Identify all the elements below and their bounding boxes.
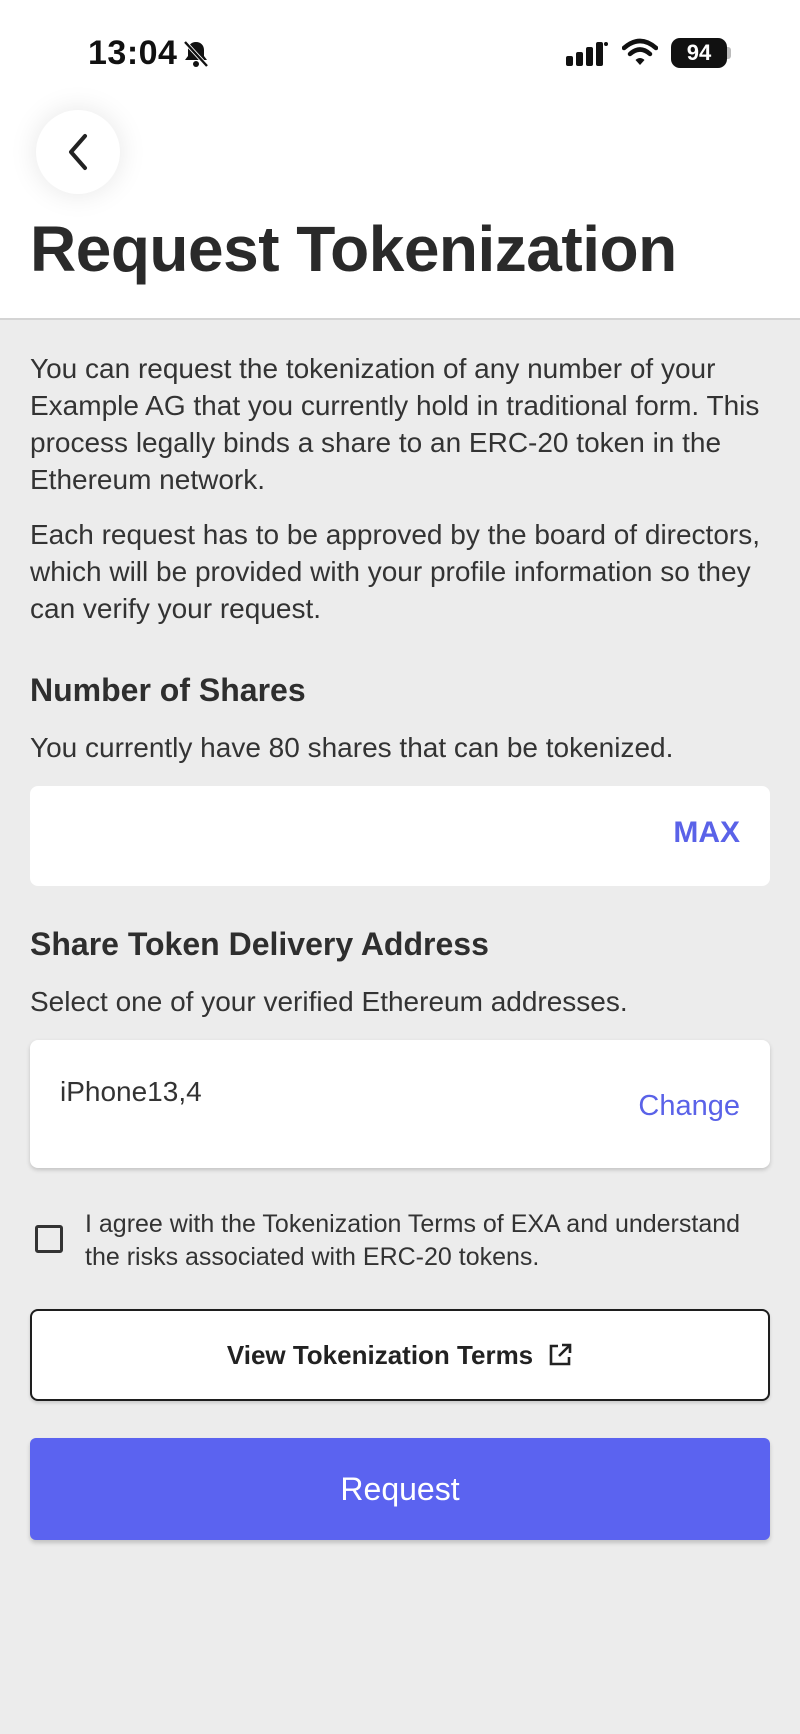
header: 13:04 94 Request Tokenization [0,0,800,320]
view-terms-label: View Tokenization Terms [226,1339,534,1370]
status-bar: 13:04 94 [0,0,800,108]
page-title: Request Tokenization [30,213,677,285]
shares-input[interactable] [30,786,630,886]
battery-icon: 94 [671,38,727,68]
change-address-button[interactable]: Change [638,1090,740,1123]
bell-slash-icon [183,40,209,68]
back-button[interactable] [36,110,120,194]
intro-section: You can request the tokenization of any … [30,350,772,627]
chevron-left-icon [69,134,87,170]
shares-title: Number of Shares [30,672,306,708]
shares-subtitle: You currently have 80 shares that can be… [30,732,674,763]
request-button[interactable]: Request [30,1438,770,1540]
view-terms-button[interactable]: View Tokenization Terms [30,1309,770,1401]
agree-text: I agree with the Tokenization Terms of E… [85,1210,741,1271]
address-card[interactable]: iPhone13,4 Change [30,1040,770,1168]
max-button[interactable]: MAX [673,816,740,850]
battery-tip [727,47,731,59]
delivery-title: Share Token Delivery Address [30,926,489,962]
shares-input-container: MAX [30,786,770,886]
intro-paragraph-1: You can request the tokenization of any … [30,353,760,495]
agree-checkbox[interactable] [35,1225,63,1253]
external-link-icon [549,1343,572,1366]
address-name: iPhone13,4 [60,1076,202,1107]
signal-icon [566,42,608,66]
wifi-icon [622,38,658,65]
intro-paragraph-2: Each request has to be approved by the b… [30,519,761,624]
status-time: 13:04 [88,34,178,72]
delivery-subtitle: Select one of your verified Ethereum add… [30,986,628,1017]
